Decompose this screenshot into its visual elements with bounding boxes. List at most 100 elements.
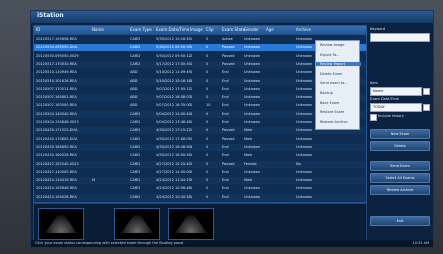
table-cell: 5/04/2012 13:48:48 — [156, 120, 191, 124]
thumbnail-strip — [33, 203, 367, 241]
table-cell: Paused — [222, 61, 235, 66]
item-checkbox[interactable] — [423, 88, 430, 95]
include-history-checkbox[interactable] — [370, 114, 377, 121]
send-exam-button[interactable]: Send Exam — [370, 161, 430, 171]
column-header[interactable]: Exam State — [222, 27, 245, 32]
thumbnail-2[interactable] — [114, 208, 160, 240]
button-label: Select All Exams — [385, 176, 415, 180]
column-header[interactable]: ID — [36, 27, 40, 32]
table-cell: Paused — [222, 136, 235, 141]
column-header[interactable]: Name — [92, 27, 104, 32]
table-cell: 0 — [206, 86, 209, 91]
table-cell: 5/30/2012 09:50:12 — [156, 53, 191, 58]
table-header: ID Name Exam Type Exam Date/Time Image Clip Ex… — [34, 26, 366, 35]
table-row[interactable]: 20120430-164650-REA CARD 4/30/2012 16:46:5… — [34, 143, 366, 151]
context-menu-item[interactable]: Restore Exam — [320, 110, 344, 114]
table-cell: Male — [244, 136, 253, 141]
table-cell: Unknown — [296, 70, 313, 75]
column-header[interactable]: Exam Type — [130, 27, 152, 32]
table-cell: ABD — [130, 95, 138, 100]
table-cell: Unknown — [296, 186, 313, 191]
table-cell: Unknown — [244, 70, 261, 75]
status-message: Click your exam status corresponding wit… — [35, 241, 185, 245]
table-cell: 5/10/2012 10:16:16 — [156, 78, 191, 83]
table-cell: 20120427-140000-REA — [36, 169, 77, 174]
new-exam-button[interactable]: New Exam — [370, 129, 430, 139]
monitor-bezel: iStation ID Name Exam Type Exam Date/Time Im… — [0, 0, 443, 254]
delete-button[interactable]: Delete — [370, 141, 430, 151]
review-archive-button[interactable]: Review Archive — [370, 185, 430, 195]
sidebar: Keyword Item Name Exam Date/Time TODAY I… — [368, 25, 431, 239]
table-row[interactable]: 20120427-152540-0023 CARD 4/27/2012 15:25:… — [34, 160, 366, 168]
table-row[interactable]: 20120424-110419-REA M CARD 4/24/2012 11:04:… — [34, 177, 366, 185]
button-label: Delete — [394, 144, 406, 148]
context-menu-item[interactable]: Backup — [320, 91, 333, 95]
column-header[interactable]: Age — [266, 27, 274, 32]
table-cell: CARD — [130, 45, 140, 50]
table-row[interactable]: 20120430-160026-REA CARD 4/30/2012 16:00:2… — [34, 152, 366, 159]
table-row[interactable]: 20120424-104028-REA CARD 4/24/2012 10:40:2… — [34, 193, 366, 201]
column-header[interactable]: Exam Date/Time — [156, 27, 189, 32]
status-bar: Click your exam status corresponding wit… — [31, 240, 433, 247]
table-cell: Unknown — [296, 153, 313, 158]
select-all-exams-button[interactable]: Select All Exams — [370, 173, 430, 183]
context-menu-item[interactable]: Send exam to... — [320, 81, 348, 85]
table-cell: 0 — [206, 144, 209, 149]
table-cell: Unknown — [244, 95, 261, 100]
table-row[interactable]: 20120430-170805-DOA CARD 4/30/2012 17:08:0… — [34, 136, 366, 143]
context-menu-item[interactable]: Restore Archive — [320, 120, 348, 124]
thumbnail-1[interactable] — [38, 208, 84, 240]
column-header[interactable]: Archive — [296, 27, 311, 32]
table-cell: 5/07/2012 16:35:00 — [156, 103, 191, 108]
context-menu-item[interactable]: Back Exam — [320, 101, 339, 105]
table-cell: 5/07/2012 16:58:02 — [156, 95, 191, 100]
table-cell: 0 — [206, 186, 209, 191]
table-cell: Unknown — [296, 136, 313, 141]
table-cell: 4/27/2012 14:00:00 — [156, 169, 191, 174]
table-row[interactable]: 20120427-140000-REA CARD 4/27/2012 14:00:0… — [34, 169, 366, 176]
column-header[interactable]: Clip — [206, 27, 214, 32]
table-cell: Paused — [222, 45, 235, 50]
table-cell: 0 — [206, 136, 209, 141]
context-menu-item[interactable]: Review Report — [316, 62, 361, 67]
exit-button[interactable]: Exit — [370, 216, 430, 226]
date-select[interactable]: TODAY — [370, 103, 422, 112]
column-header[interactable]: Gender — [244, 27, 259, 32]
thumbnail-3[interactable] — [168, 208, 214, 240]
context-menu-item[interactable]: Export To... — [320, 53, 340, 57]
table-cell: 5/10/2012 11:09:49 — [156, 70, 191, 75]
table-cell: 0 — [206, 95, 209, 100]
button-label: Review Archive — [386, 188, 414, 192]
table-cell: 1 — [190, 128, 193, 133]
column-header[interactable]: Image — [190, 27, 203, 32]
table-cell: Unknown — [244, 61, 261, 66]
date-checkbox[interactable] — [423, 104, 430, 111]
ultrasound-image — [175, 215, 207, 233]
context-menu-item[interactable]: Review Image — [320, 43, 345, 47]
table-cell: 1 — [190, 120, 193, 124]
table-cell: 1 — [190, 153, 193, 158]
status-time: 10:32 AM — [412, 241, 429, 245]
context-menu-item[interactable]: Delete Exam — [320, 72, 342, 76]
table-cell: Unknown — [296, 61, 313, 66]
table-cell: 5/04/2012 14:00:40 — [156, 111, 191, 116]
table-cell: 20120430-160026-REA — [36, 153, 77, 158]
table-cell: 0 — [206, 37, 209, 41]
table-cell: 20120510-110949-REA — [36, 70, 77, 75]
table-cell: Unknown — [244, 194, 261, 199]
table-cell: 20120530-095050-DOA — [36, 45, 78, 50]
ultrasound-image — [121, 215, 153, 233]
table-cell: Unknown — [296, 111, 313, 116]
table-cell: 1 — [190, 37, 193, 41]
table-cell: 20120504-134848-0023 — [36, 120, 79, 124]
table-cell: 0 — [206, 153, 209, 158]
table-row[interactable]: 20120424-105646-REA CARD 4/24/2012 10:56:4… — [34, 185, 366, 192]
table-cell: 2 — [190, 53, 193, 58]
item-select[interactable]: Name — [370, 87, 422, 96]
table-cell: CARD — [130, 136, 140, 141]
table-cell: End — [222, 78, 229, 83]
ultrasound-image — [45, 215, 77, 233]
table-cell: Unknown — [244, 45, 261, 50]
table-cell: 20120424-104028-REA — [36, 194, 77, 199]
keyword-input[interactable] — [370, 33, 430, 42]
